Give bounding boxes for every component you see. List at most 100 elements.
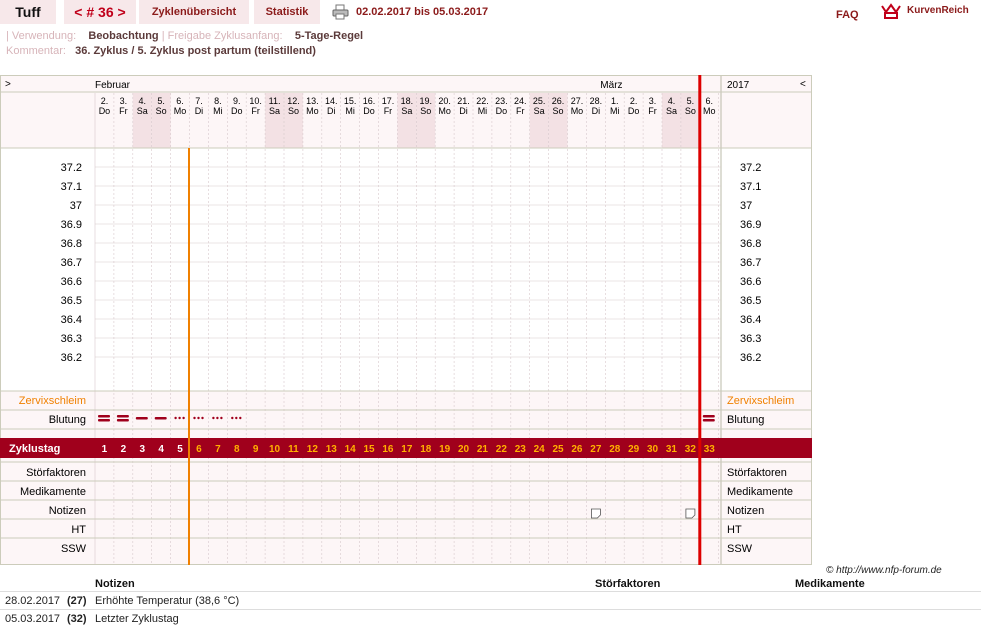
faq-link[interactable]: FAQ [836,9,859,21]
cycleday-number: 7 [215,444,221,455]
temp-tick-left: 37.2 [61,162,82,174]
temp-tick-right: 36.5 [740,295,761,307]
cycleday-number: 1 [102,444,108,455]
temp-tick-left: 36.9 [61,219,82,231]
bleeding-label-right: Blutung [727,414,764,426]
table-row: 28.02.2017 (27) Erhöhte Temperatur (38,6… [0,591,981,610]
day-date: 18. [401,96,414,106]
temp-tick-left: 36.5 [61,295,82,307]
statistics-tab[interactable]: Statistik [254,0,320,24]
temp-area [0,148,812,391]
day-weekday: Fr [516,106,525,116]
cycleday-number: 26 [571,444,583,455]
temp-tick-right: 37.2 [740,162,761,174]
bleeding-light [239,416,242,420]
row-label-right: HT [727,524,742,536]
day-date: 4. [138,96,146,106]
note-icon [591,508,601,519]
day-date: 13. [306,96,319,106]
cycleday-number: 31 [666,444,678,455]
day-weekday: Mi [345,106,355,116]
day-date: 7. [195,96,203,106]
row-label-right: Störfaktoren [727,467,787,479]
bleeding-light [231,416,234,420]
day-date: 15. [344,96,357,106]
comment-label: Kommentar: [6,45,66,57]
row-label: Störfaktoren [26,467,86,479]
cycleday-number: 20 [458,444,470,455]
day-weekday: Sa [269,106,280,116]
cycleday-number: 6 [196,444,202,455]
day-weekday: Sa [137,106,148,116]
cycle-nav-button[interactable]: < # 36 > [64,0,136,24]
bleeding-light [220,416,223,420]
cycleday-number: 2 [121,444,127,455]
month-label-feb: Februar [95,80,131,91]
cycleday-number: 17 [401,444,413,455]
bleeding-heavy [98,419,110,422]
bleeding-light [197,416,200,420]
bleeding-medium [135,417,148,420]
cycleday-number: 21 [477,444,489,455]
bleeding-heavy [116,419,129,422]
cycleday-number: 23 [515,444,527,455]
cycleday-number: 32 [685,444,697,455]
row-label-right: Medikamente [727,486,793,498]
copyright: © http://www.nfp-forum.de [826,565,942,576]
cycleday-number: 22 [496,444,508,455]
cycleday-number: 24 [534,444,546,455]
cycleday-number: 5 [177,444,183,455]
cycleday-number: 9 [253,444,259,455]
day-weekday: Mo [438,106,451,116]
day-weekday: Do [363,106,375,116]
day-weekday: Do [99,106,111,116]
temp-tick-left: 36.2 [61,352,82,364]
cycleday-number: 12 [307,444,319,455]
bleeding-label: Blutung [49,414,86,426]
date-range: 02.02.2017 bis 05.03.2017 [356,6,489,18]
cycleday-number: 29 [628,444,640,455]
day-weekday: Mi [213,106,223,116]
row-date: 28.02.2017 [5,595,61,607]
day-date: 24. [514,96,527,106]
nav-right-arrow: < [800,79,806,90]
bleeding-heavy [702,419,715,422]
kurvenreich-logo-icon[interactable] [880,2,902,20]
comment-value: 36. Zyklus / 5. Zyklus post partum (teil… [75,45,316,57]
temp-tick-right: 37.1 [740,181,761,193]
temp-tick-right: 36.6 [740,276,761,288]
day-date: 5. [157,96,165,106]
day-date: 2. [630,96,638,106]
cycleday-number: 10 [269,444,281,455]
bleeding-light [235,416,238,420]
logo-text[interactable]: KurvenReich [907,5,969,16]
day-date: 3. [649,96,657,106]
row-day: (27) [67,595,87,607]
nav-left-arrow: > [5,79,11,90]
temp-tick-right: 36.2 [740,352,761,364]
day-weekday: Mo [703,106,716,116]
temp-tick-left: 36.7 [61,257,82,269]
bleeding-light [193,416,196,420]
day-weekday: Do [496,106,508,116]
day-date: 22. [476,96,489,106]
cycleday-number: 3 [139,444,145,455]
day-date: 27. [571,96,584,106]
top-bar: Tuff < # 36 > Zyklenübersicht Statistik … [0,0,981,24]
day-date: 10. [249,96,262,106]
day-weekday: Mo [571,106,584,116]
day-date: 11. [269,96,281,106]
printer-icon[interactable] [332,4,349,20]
temp-tick-right: 36.3 [740,333,761,345]
cycleday-number: 11 [288,444,299,455]
cycleday-number: 18 [420,444,432,455]
day-weekday: So [553,106,564,116]
bleeding-heavy [702,415,715,418]
day-date: 21. [457,96,470,106]
note-icon [685,508,696,519]
cycleday-number: 30 [647,444,659,455]
cycle-overview-tab[interactable]: Zyklenübersicht [139,0,249,24]
temp-tick-left: 36.6 [61,276,82,288]
use-label: Verwendung: [11,30,77,42]
temp-tick-left: 36.4 [61,314,82,326]
